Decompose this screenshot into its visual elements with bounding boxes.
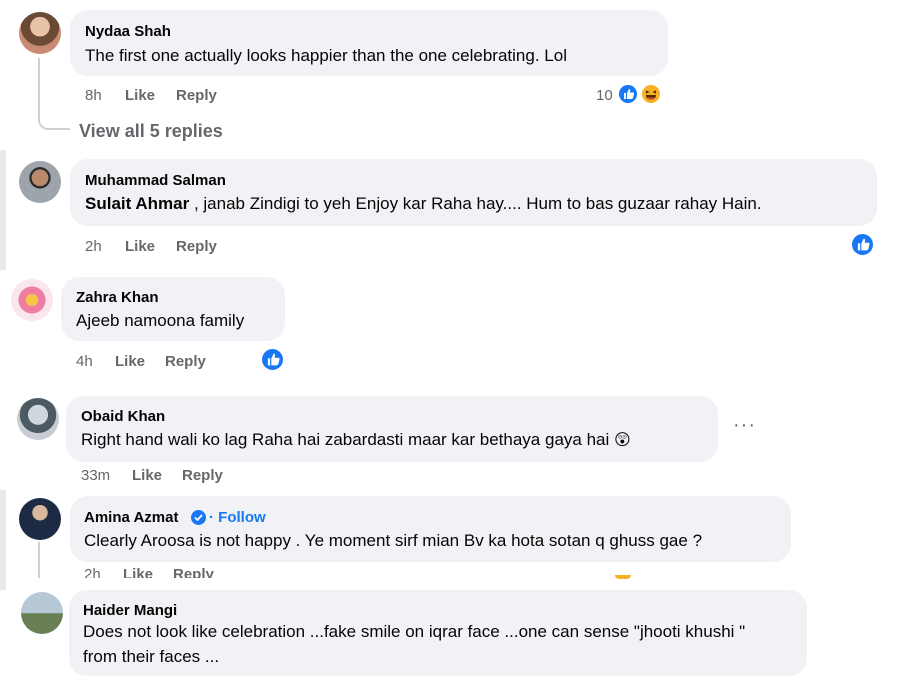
like-button[interactable]: Like — [125, 87, 155, 104]
more-options-button[interactable]: ··· — [733, 414, 756, 437]
comment-actions: 2h Like Reply — [84, 566, 284, 578]
reply-thread-line — [38, 58, 70, 130]
comment-time[interactable]: 33m — [81, 467, 110, 484]
haha-icon[interactable] — [640, 83, 662, 105]
reaction-icon-clipped — [615, 575, 631, 579]
comment-text-line: from their faces ... — [83, 647, 220, 666]
avatar[interactable] — [19, 161, 61, 203]
comment-time[interactable]: 2h — [84, 566, 101, 578]
comment-actions: 2h Like Reply — [85, 238, 285, 258]
comment-time[interactable]: 2h — [85, 238, 102, 255]
comment-text-body: , janab Zindigi to yeh Enjoy kar Raha ha… — [189, 194, 762, 213]
avatar[interactable] — [19, 12, 61, 54]
comment-actions: 8h Like Reply — [85, 87, 285, 107]
comment-author[interactable]: Muhammad Salman — [85, 172, 226, 189]
view-replies-link[interactable]: View all 5 replies — [79, 121, 223, 142]
like-button[interactable]: Like — [132, 467, 162, 484]
follow-button[interactable]: · Follow — [209, 509, 266, 526]
reply-button[interactable]: Reply — [176, 87, 217, 104]
like-icon[interactable] — [260, 347, 285, 372]
comment-text: Clearly Aroosa is not happy . Ye moment … — [84, 531, 703, 550]
like-icon[interactable] — [850, 232, 875, 257]
reply-button[interactable]: Reply — [182, 467, 223, 484]
reaction-count[interactable]: 10 — [596, 87, 613, 104]
separator: · — [209, 509, 214, 526]
reply-button[interactable]: Reply — [165, 353, 206, 370]
follow-label[interactable]: Follow — [218, 509, 266, 526]
divider — [0, 150, 6, 270]
comment-author[interactable]: Nydaa Shah — [85, 23, 171, 40]
comment-author[interactable]: Obaid Khan — [81, 408, 165, 425]
comment-text: The first one actually looks happier tha… — [85, 46, 567, 65]
like-button[interactable]: Like — [115, 353, 145, 370]
comment-author[interactable]: Haider Mangi — [83, 602, 177, 619]
like-icon[interactable] — [617, 83, 639, 105]
comment-text: Right hand wali ko lag Raha hai zabardas… — [81, 428, 631, 453]
comment-time[interactable]: 8h — [85, 87, 102, 104]
comment-text: Sulait Ahmar , janab Zindigi to yeh Enjo… — [85, 192, 762, 216]
comment-text-line: Does not look like celebration ...fake s… — [83, 622, 746, 641]
comment-actions: 4h Like Reply — [76, 353, 276, 373]
comment-author[interactable]: Amina Azmat — [84, 509, 178, 526]
astonished-emoji: 😲 — [614, 432, 631, 449]
reply-button[interactable]: Reply — [176, 238, 217, 255]
like-button[interactable]: Like — [125, 238, 155, 255]
avatar[interactable] — [19, 498, 61, 540]
comments-screenshot: Nydaa Shah The first one actually looks … — [0, 0, 907, 680]
tagged-user[interactable]: Sulait Ahmar — [85, 194, 189, 213]
avatar[interactable] — [11, 279, 53, 321]
comment-actions-clipped: 2h Like Reply — [84, 566, 284, 578]
reply-button[interactable]: Reply — [173, 566, 214, 578]
comment-author[interactable]: Zahra Khan — [76, 289, 159, 306]
divider — [0, 490, 6, 590]
avatar[interactable] — [17, 398, 59, 440]
comment-text-body: Right hand wali ko lag Raha hai zabardas… — [81, 430, 610, 449]
comment-text: Ajeeb namoona family — [76, 311, 245, 330]
comment-time[interactable]: 4h — [76, 353, 93, 370]
like-button[interactable]: Like — [123, 566, 153, 578]
verified-badge-icon — [191, 510, 206, 525]
comment-actions: 33m Like Reply — [81, 467, 281, 487]
reply-thread-line — [38, 542, 40, 578]
avatar[interactable] — [21, 592, 63, 634]
